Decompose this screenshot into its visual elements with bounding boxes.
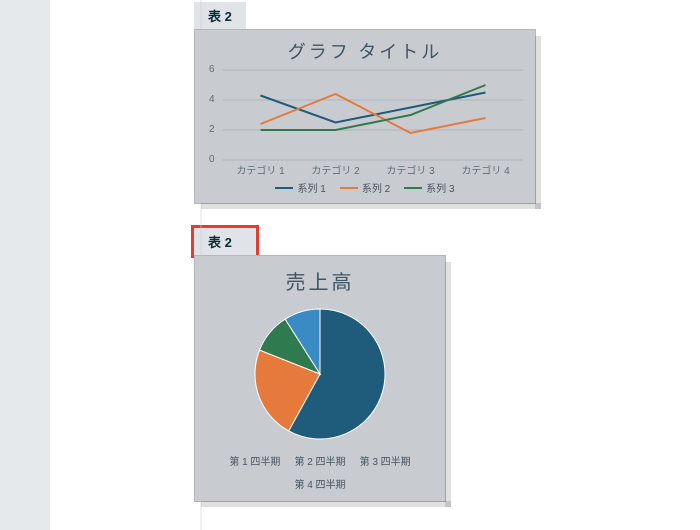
- line-chart-plot: 6 4 2 0 カテゴリ 1 カテゴリ 2 カテゴリ 3 カテゴリ 4: [223, 66, 523, 176]
- legend-item-1: 系列 1: [275, 180, 325, 195]
- caption-text-2: 表 2: [202, 230, 238, 253]
- legend-swatch-3: [404, 187, 422, 189]
- page: 表 2 グラフ タイトル 6 4 2 0 カテゴリ 1 カテゴリ 2 カテゴリ …: [0, 0, 700, 530]
- pie-legend-item-4: 第 4 四半期: [294, 476, 345, 491]
- pie-legend-item-2: 第 2 四半期: [294, 453, 345, 468]
- pie-chart-svg: [195, 299, 445, 449]
- legend-swatch-2: [340, 187, 358, 189]
- ytick-2: 2: [209, 124, 215, 135]
- legend-label-3: 系列 3: [426, 180, 454, 195]
- legend-item-3: 系列 3: [404, 180, 454, 195]
- line-chart-svg: [223, 66, 523, 176]
- cat-4: カテゴリ 4: [448, 162, 523, 177]
- legend-item-2: 系列 2: [340, 180, 390, 195]
- legend-label-1: 系列 1: [297, 180, 325, 195]
- line-chart-legend: 系列 1 系列 2 系列 3: [195, 176, 535, 203]
- ytick-0: 0: [209, 154, 215, 165]
- ytick-6: 6: [209, 64, 215, 75]
- pie-legend-label-1: 第 1 四半期: [229, 457, 280, 468]
- ytick-4: 4: [209, 94, 215, 105]
- line-chart-panel[interactable]: グラフ タイトル 6 4 2 0 カテゴリ 1 カテゴリ 2 カテゴリ 3 カテ…: [194, 29, 536, 204]
- left-gutter: [0, 0, 54, 530]
- pie-legend-item-3: 第 3 四半期: [360, 453, 411, 468]
- cat-2: カテゴリ 2: [298, 162, 373, 177]
- pie-legend-label-2: 第 2 四半期: [294, 457, 345, 468]
- pie-chart-title: 売上高: [195, 256, 445, 299]
- pie-chart-legend: 第 1 四半期 第 2 四半期 第 3 四半期 第 4 四半期: [195, 449, 445, 501]
- pie-chart-panel[interactable]: 売上高 第 1 四半期 第 2 四半期 第 3 四半期 第 4 四半期: [194, 255, 446, 502]
- figure-caption-2[interactable]: 表 2: [194, 228, 256, 255]
- pie-legend-item-1: 第 1 四半期: [229, 453, 280, 468]
- cat-3: カテゴリ 3: [373, 162, 448, 177]
- caption-text-1: 表 2: [202, 4, 238, 27]
- pie-chart-plot: [195, 299, 445, 449]
- document-area: 表 2 グラフ タイトル 6 4 2 0 カテゴリ 1 カテゴリ 2 カテゴリ …: [54, 0, 700, 530]
- pie-legend-label-4: 第 4 四半期: [294, 480, 345, 491]
- line-chart-title: グラフ タイトル: [195, 30, 535, 66]
- cat-1: カテゴリ 1: [223, 162, 298, 177]
- legend-swatch-1: [275, 187, 293, 189]
- pie-legend-label-3: 第 3 四半期: [360, 457, 411, 468]
- legend-label-2: 系列 2: [362, 180, 390, 195]
